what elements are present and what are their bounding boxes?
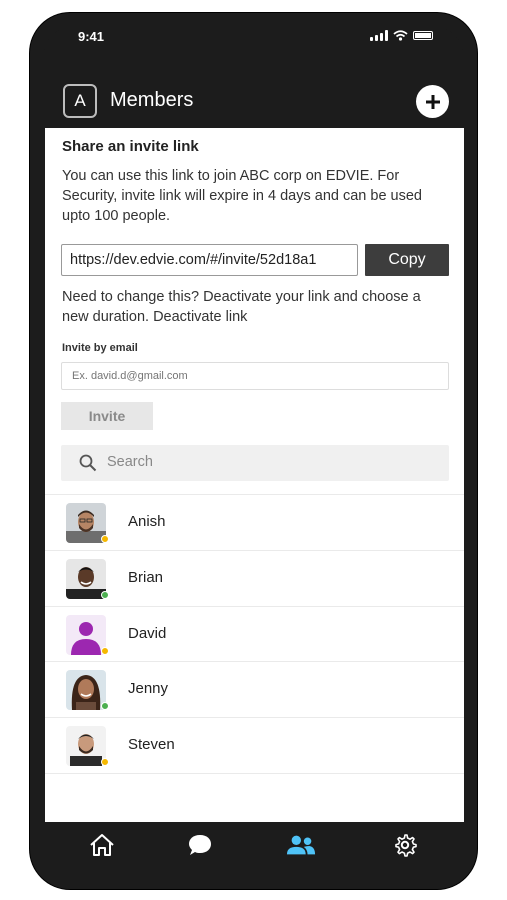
tab-chat[interactable] — [185, 832, 215, 858]
plus-icon — [425, 94, 440, 109]
invite-email-label: Invite by email — [62, 342, 138, 354]
presence-indicator — [101, 758, 109, 766]
avatar — [66, 670, 106, 710]
invite-link-field[interactable]: https://dev.edvie.com/#/invite/52d18a1 — [61, 244, 358, 276]
presence-indicator — [101, 647, 109, 655]
signal-icon — [370, 30, 388, 41]
tab-settings[interactable] — [390, 832, 420, 858]
add-member-button[interactable] — [416, 85, 449, 118]
search-placeholder: Search — [107, 454, 153, 470]
member-row-brian[interactable]: Brian — [45, 551, 464, 606]
battery-icon — [413, 31, 433, 40]
invite-link-description: You can use this link to join ABC corp o… — [62, 168, 423, 224]
status-icons — [370, 30, 433, 41]
invite-email-input[interactable] — [61, 362, 449, 390]
member-name: Steven — [128, 736, 175, 753]
member-search-bar[interactable]: Search — [61, 445, 449, 481]
divider — [45, 773, 464, 774]
member-name: Brian — [128, 569, 164, 586]
member-row-steven[interactable]: Steven — [45, 718, 464, 773]
invite-button[interactable]: Invite — [61, 402, 153, 430]
member-row-jenny[interactable]: Jenny — [45, 662, 464, 717]
member-name: Anish — [128, 513, 166, 530]
invite-link-title: Share an invite link — [62, 138, 199, 155]
member-name: Jenny — [128, 680, 169, 697]
presence-indicator — [101, 535, 109, 543]
wifi-icon — [393, 30, 408, 41]
default-user-icon — [66, 615, 106, 655]
bottom-tab-bar — [44, 822, 463, 868]
avatar — [66, 559, 106, 599]
member-row-david[interactable]: David — [45, 607, 464, 662]
status-bar: 9:41 — [44, 26, 463, 50]
members-content: Share an invite link You can use this li… — [45, 128, 464, 822]
copy-button[interactable]: Copy — [365, 244, 449, 276]
tab-home[interactable] — [87, 832, 117, 858]
member-name: David — [128, 625, 167, 642]
home-icon — [90, 834, 114, 856]
tab-members[interactable] — [286, 832, 316, 858]
deactivate-link-text[interactable]: Need to change this? Deactivate your lin… — [62, 287, 450, 327]
page-title: Members — [110, 89, 194, 111]
app-header: A Members — [44, 70, 463, 128]
member-row-anish[interactable]: Anish — [45, 495, 464, 550]
settings-icon — [395, 834, 417, 857]
avatar — [66, 503, 106, 543]
avatar — [66, 726, 106, 766]
status-time: 9:41 — [78, 29, 105, 44]
presence-indicator — [101, 702, 109, 710]
presence-indicator — [101, 591, 109, 599]
workspace-avatar[interactable]: A — [63, 84, 97, 118]
search-icon — [79, 454, 97, 472]
members-icon — [286, 835, 316, 855]
chat-icon — [189, 835, 211, 855]
